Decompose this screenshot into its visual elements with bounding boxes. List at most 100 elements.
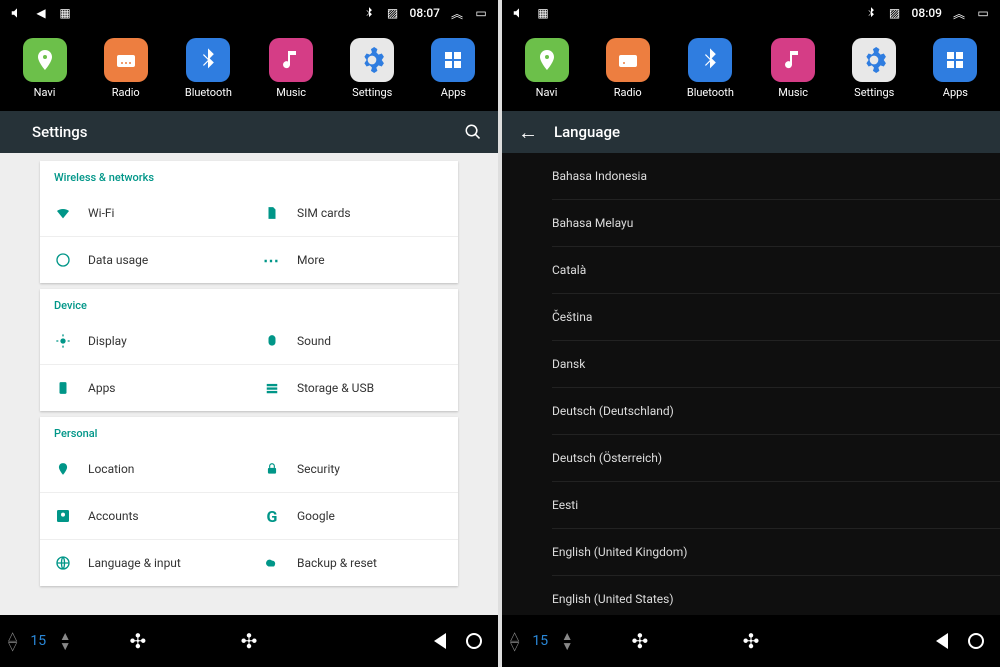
location-icon	[54, 460, 72, 478]
settings-row-label: Apps	[88, 381, 116, 395]
language-option[interactable]: Deutsch (Deutschland)	[552, 388, 1000, 435]
settings-row-location[interactable]: Location	[40, 446, 249, 492]
settings-row-wifi[interactable]: Wi-Fi	[40, 190, 249, 236]
storage-icon	[263, 379, 281, 397]
apps-icon	[54, 379, 72, 397]
settings-section: Wireless & networks Wi-Fi SIM cardsData us…	[40, 161, 458, 283]
volume-icon	[512, 6, 526, 20]
security-icon	[263, 460, 281, 478]
bluetooth-status-icon	[362, 6, 376, 20]
right-pane: ▦ ▨ 08:09 ︽ ▭ Navi Radio Bluetooth Music…	[502, 0, 1000, 667]
bluetooth-icon	[688, 38, 732, 82]
data-icon	[54, 251, 72, 269]
language-icon	[54, 554, 72, 572]
nav-home-icon[interactable]	[466, 633, 482, 649]
language-option[interactable]: Català	[552, 247, 1000, 294]
launcher-music[interactable]: Music	[269, 38, 313, 99]
nav-home-icon[interactable]	[968, 633, 984, 649]
launcher-navi[interactable]: Navi	[23, 38, 67, 99]
expand-icon[interactable]: ︽	[952, 6, 966, 20]
language-header: ← Language	[502, 111, 1000, 153]
page-title: Settings	[32, 123, 88, 141]
launcher-music[interactable]: Music	[771, 38, 815, 99]
temp-down-left[interactable]: ▽	[8, 641, 17, 651]
settings-row-data[interactable]: Data usage	[40, 236, 249, 283]
settings-row-label: Display	[88, 334, 127, 348]
music-icon	[269, 38, 313, 82]
launcher-radio[interactable]: Radio	[104, 38, 148, 99]
settings-row-backup[interactable]: Backup & reset	[249, 539, 458, 586]
launcher-apps[interactable]: Apps	[933, 38, 977, 99]
back-arrow-icon[interactable]: ←	[518, 120, 538, 145]
temp-down-left2[interactable]: ▼	[561, 641, 573, 651]
settings-row-sound[interactable]: Sound	[249, 318, 458, 364]
settings-row-more[interactable]: ⋯More	[249, 236, 458, 283]
language-option[interactable]: Čeština	[552, 294, 1000, 341]
fan-icon2[interactable]: ✣	[241, 629, 258, 653]
launcher-settings[interactable]: Settings	[350, 38, 394, 99]
settings-row-apps[interactable]: Apps	[40, 364, 249, 411]
settings-row-accounts[interactable]: Accounts	[40, 492, 249, 539]
section-title: Wireless & networks	[40, 161, 458, 190]
settings-row-label: Google	[297, 509, 335, 523]
settings-row-security[interactable]: Security	[249, 446, 458, 492]
accounts-icon	[54, 507, 72, 525]
sound-icon	[263, 332, 281, 350]
gear-icon	[852, 38, 896, 82]
nav-back-icon[interactable]	[936, 633, 948, 649]
wifi-icon	[54, 204, 72, 222]
left-pane: ◀ ▦ ▨ 08:07 ︽ ▭ Navi Radio Bluetooth	[0, 0, 498, 667]
music-icon	[771, 38, 815, 82]
temp-down-left2[interactable]: ▼	[59, 641, 71, 651]
settings-row-label: Backup & reset	[297, 556, 377, 570]
signal-icon: ▨	[888, 6, 902, 20]
launcher-navi[interactable]: Navi	[525, 38, 569, 99]
launcher-radio[interactable]: Radio	[606, 38, 650, 99]
app-indicator-icon: ▦	[536, 6, 550, 20]
language-option[interactable]: Dansk	[552, 341, 1000, 388]
backup-icon	[263, 554, 281, 572]
launcher-apps[interactable]: Apps	[431, 38, 475, 99]
language-option[interactable]: Eesti	[552, 482, 1000, 529]
settings-row-sim[interactable]: SIM cards	[249, 190, 458, 236]
language-option[interactable]: English (United States)	[552, 576, 1000, 615]
radio-icon	[606, 38, 650, 82]
fan-icon[interactable]: ✣	[631, 629, 648, 653]
signal-icon: ▨	[386, 6, 400, 20]
back-nav-icon[interactable]: ◀	[34, 6, 48, 20]
language-option[interactable]: English (United Kingdom)	[552, 529, 1000, 576]
recent-icon[interactable]: ▭	[976, 6, 990, 20]
launcher-bluetooth[interactable]: Bluetooth	[185, 38, 232, 99]
climate-bar: △▽ 15 ▲▼ ✣ ✣	[502, 615, 1000, 667]
launcher-row: Navi Radio Bluetooth Music Settings Apps	[502, 26, 1000, 111]
section-title: Device	[40, 289, 458, 318]
pin-icon	[23, 38, 67, 82]
bluetooth-status-icon	[864, 6, 878, 20]
settings-row-display[interactable]: Display	[40, 318, 249, 364]
settings-row-label: Wi-Fi	[88, 206, 114, 220]
language-option[interactable]: Bahasa Indonesia	[552, 153, 1000, 200]
gear-icon	[350, 38, 394, 82]
fan-icon2[interactable]: ✣	[743, 629, 760, 653]
expand-icon[interactable]: ︽	[450, 6, 464, 20]
settings-header: Settings	[0, 111, 498, 153]
radio-icon	[104, 38, 148, 82]
settings-section: PersonalLocationSecurityAccountsGGoogleL…	[40, 417, 458, 586]
language-option[interactable]: Deutsch (Österreich)	[552, 435, 1000, 482]
volume-icon	[10, 6, 24, 20]
language-option[interactable]: Bahasa Melayu	[552, 200, 1000, 247]
settings-row-label: Security	[297, 462, 340, 476]
sim-icon	[263, 204, 281, 222]
fan-icon[interactable]: ✣	[129, 629, 146, 653]
recent-icon[interactable]: ▭	[474, 6, 488, 20]
settings-row-language[interactable]: Language & input	[40, 539, 249, 586]
settings-row-storage[interactable]: Storage & USB	[249, 364, 458, 411]
launcher-settings[interactable]: Settings	[852, 38, 896, 99]
temp-down-left[interactable]: ▽	[510, 641, 519, 651]
apps-grid-icon	[431, 38, 475, 82]
launcher-bluetooth[interactable]: Bluetooth	[687, 38, 734, 99]
nav-back-icon[interactable]	[434, 633, 446, 649]
settings-row-google[interactable]: G Google	[249, 492, 458, 539]
google-icon: G	[263, 507, 281, 525]
search-icon[interactable]	[464, 123, 482, 141]
